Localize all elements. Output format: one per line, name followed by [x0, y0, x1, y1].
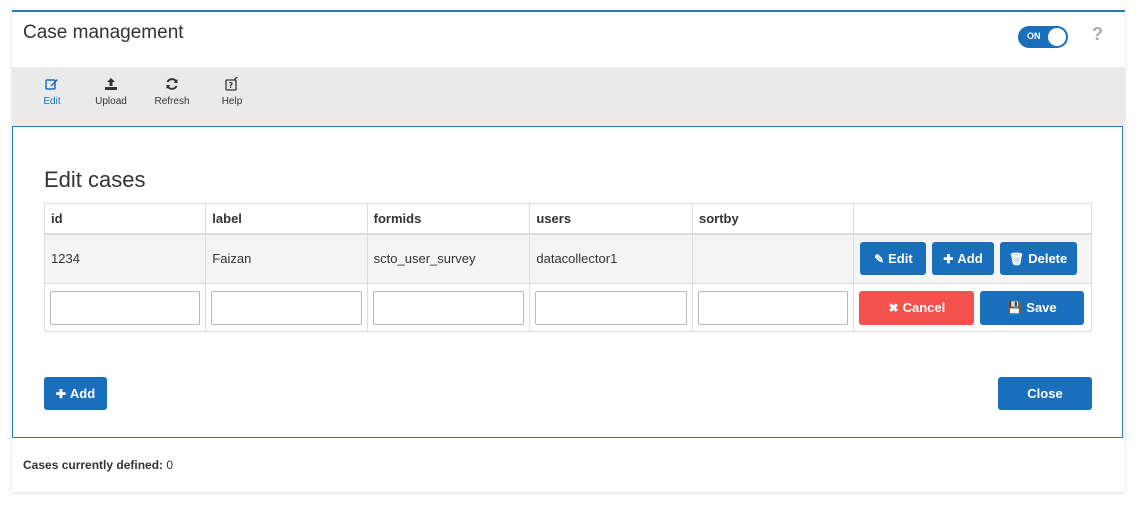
toggle-knob — [1048, 28, 1066, 46]
trash-icon: 🗑 — [1008, 251, 1025, 266]
edit-icon: ✎ — [874, 251, 885, 266]
help-question-icon[interactable]: ? — [1092, 24, 1103, 45]
row-edit-button[interactable]: ✎ Edit — [860, 242, 927, 276]
cancel-label: Cancel — [902, 300, 946, 315]
toggle-label: ON — [1027, 31, 1041, 41]
column-header-users: users — [529, 203, 693, 235]
cell-users: datacollector1 — [529, 233, 693, 284]
save-label: Save — [1026, 300, 1057, 315]
plus-icon: ✚ — [943, 251, 954, 266]
cell-formids-edit — [366, 283, 531, 332]
row-delete-label: Delete — [1028, 251, 1068, 267]
cell-label-edit — [205, 283, 368, 332]
column-header-sortby: sortby — [691, 203, 855, 235]
toolbar-help-label: Help — [221, 96, 243, 107]
cell-label: Faizan — [205, 233, 368, 284]
svg-text:?: ? — [229, 81, 234, 90]
plus-icon: ✚ — [55, 386, 66, 401]
cell-id: 1234 — [43, 233, 207, 284]
toolbar-edit-label: Edit — [43, 96, 61, 107]
cases-count-label: Cases currently defined: — [23, 458, 164, 472]
cell-users-edit — [529, 283, 693, 332]
column-header-formids: formids — [366, 203, 531, 235]
upload-icon — [105, 78, 117, 90]
add-case-button[interactable]: ✚ Add — [44, 377, 107, 410]
edit-row-actions: ✖ Cancel 💾 Save — [853, 283, 1092, 332]
toolbar-upload-button[interactable]: Upload — [81, 77, 141, 107]
table-row: 1234 Faizan scto_user_survey datacollect… — [43, 233, 1092, 284]
cell-sortby-edit — [691, 283, 855, 332]
panel-title: Edit cases — [44, 167, 146, 192]
page-title: Case management — [23, 22, 184, 43]
toolbar-help-button[interactable]: ? Help — [202, 77, 262, 107]
table-edit-row: ✖ Cancel 💾 Save — [43, 283, 1092, 332]
cancel-button[interactable]: ✖ Cancel — [859, 290, 975, 325]
toolbar-upload-label: Upload — [95, 96, 127, 107]
on-off-toggle[interactable]: ON — [1018, 26, 1068, 48]
column-header-id: id — [43, 203, 207, 235]
cell-id-edit — [43, 283, 207, 332]
users-input[interactable] — [535, 290, 687, 325]
save-button[interactable]: 💾 Save — [980, 290, 1084, 325]
label-input[interactable] — [211, 290, 362, 325]
row-delete-button[interactable]: 🗑 Delete — [999, 242, 1077, 276]
column-header-label: label — [205, 203, 368, 235]
toolbar-edit-button[interactable]: Edit — [22, 77, 82, 107]
refresh-icon — [166, 78, 178, 90]
id-input[interactable] — [50, 290, 201, 325]
table-header-row: id label formids users sortby — [43, 203, 1092, 235]
formids-input[interactable] — [372, 290, 525, 325]
row-edit-label: Edit — [888, 251, 913, 267]
cases-count-value: 0 — [166, 458, 174, 472]
add-case-label: Add — [69, 386, 96, 401]
case-management-card: Case management ON ? Edit Upload Refresh… — [12, 10, 1125, 492]
toolbar-refresh-button[interactable]: Refresh — [142, 77, 202, 107]
cell-sortby — [691, 233, 855, 284]
column-header-actions — [853, 203, 1092, 235]
row-add-button[interactable]: ✚ Add — [932, 242, 994, 276]
card-header: Case management ON ? — [12, 12, 1125, 67]
cases-count-footer: Cases currently defined: 0 — [23, 458, 173, 472]
edit-icon — [45, 79, 58, 90]
cell-formids: scto_user_survey — [366, 233, 531, 284]
close-label: Close — [1027, 386, 1063, 401]
row-actions: ✎ Edit ✚ Add 🗑 Delete — [853, 233, 1092, 284]
edit-cases-panel: Edit cases id label formids users sortby… — [12, 126, 1123, 438]
row-add-label: Add — [957, 251, 983, 267]
help-edit-icon: ? — [225, 77, 238, 91]
cases-table: id label formids users sortby 1234 Faiza… — [43, 203, 1092, 332]
toolbar-refresh-label: Refresh — [154, 96, 190, 107]
toolbar: Edit Upload Refresh ? Help — [12, 67, 1125, 127]
sortby-input[interactable] — [697, 290, 849, 325]
close-icon: ✖ — [888, 300, 899, 315]
floppy-disk-icon: 💾 — [1007, 300, 1023, 315]
close-button[interactable]: Close — [998, 377, 1092, 410]
